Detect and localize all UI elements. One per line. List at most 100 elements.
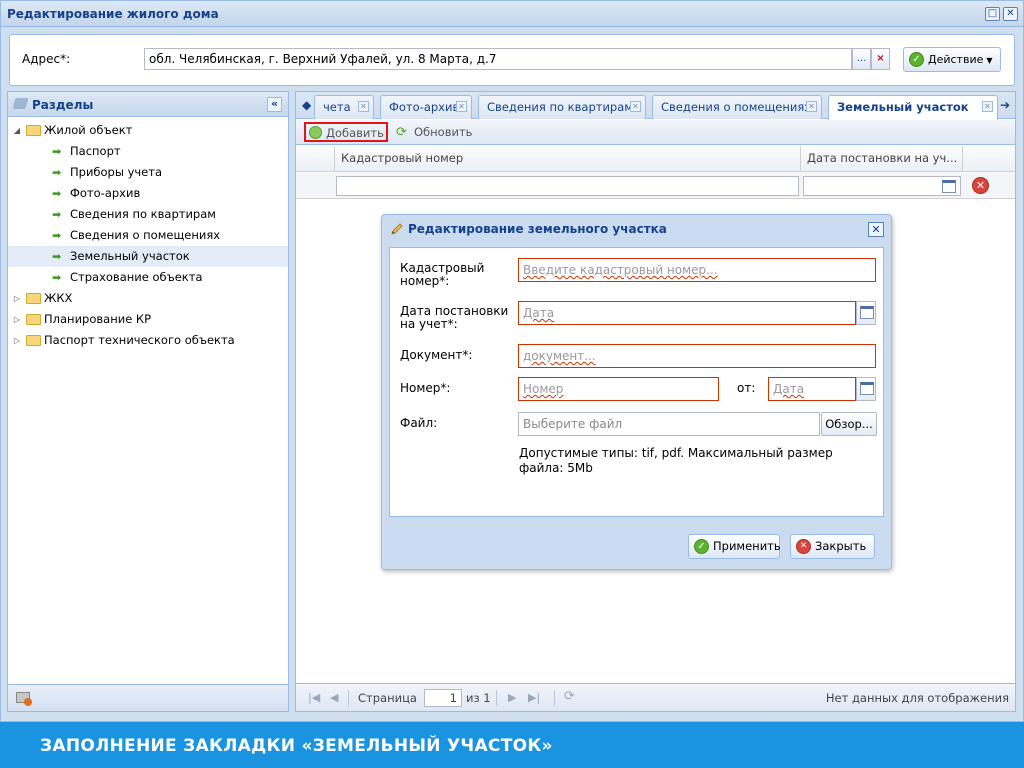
sidebar-item[interactable]: ◢ Жилой объект <box>8 120 288 141</box>
from-date-input[interactable]: Дата <box>768 377 856 401</box>
registration-date-picker[interactable] <box>856 301 876 325</box>
sections-title: Разделы <box>32 98 94 112</box>
chevron-down-icon: ▼ <box>986 56 993 65</box>
tab-scroll-right-icon[interactable]: ➔ <box>1000 98 1010 112</box>
add-icon <box>309 126 322 139</box>
page-label: Страница <box>358 691 417 705</box>
arrow-right-icon: ➡ <box>52 250 62 263</box>
address-more-button[interactable]: ... <box>852 48 871 70</box>
caption-text: ЗАПОЛНЕНИЕ ЗАКЛАДКИ «ЗЕМЕЛЬНЫЙ УЧАСТОК» <box>40 736 553 756</box>
grid-toolbar: Добавить ⟳ Обновить <box>296 120 1015 145</box>
sidebar-item-label: Жилой объект <box>44 123 133 137</box>
expand-arrow-icon[interactable]: ▷ <box>12 309 22 330</box>
sidebar-item[interactable]: ▷ Планирование КР <box>8 309 288 330</box>
sidebar-item-label: Паспорт технического объекта <box>44 333 235 347</box>
dialog-close-button[interactable]: ✕ <box>868 222 884 237</box>
land-plot-dialog: Редактирование земельного участка ✕ Када… <box>381 214 892 570</box>
sections-footer <box>8 684 288 711</box>
sidebar-item[interactable]: ➡ Сведения по квартирам <box>8 204 288 225</box>
sidebar-item[interactable]: ➡ Сведения о помещениях <box>8 225 288 246</box>
arrow-right-icon: ➡ <box>52 208 62 221</box>
document-input[interactable]: документ... <box>518 344 876 368</box>
arrow-right-icon: ➡ <box>52 187 62 200</box>
number-placeholder: Номер <box>523 382 564 396</box>
cadastral-number-input[interactable]: Введите кадастровый номер... <box>518 258 876 282</box>
document-label: Документ*: <box>400 348 473 362</box>
apply-button[interactable]: ✓ Применить <box>688 534 781 559</box>
date-filter-input[interactable] <box>803 176 961 196</box>
add-button[interactable]: Добавить <box>304 122 388 142</box>
column-cadastral-number[interactable]: Кадастровый номер <box>334 146 800 172</box>
dialog-title: Редактирование земельного участка <box>408 222 667 236</box>
next-page-icon[interactable]: ▶ <box>508 691 516 704</box>
sidebar-item-label: Приборы учета <box>70 165 163 179</box>
apply-button-label: Применить <box>713 539 781 553</box>
from-date-picker[interactable] <box>856 377 876 401</box>
close-button-label: Закрыть <box>815 539 867 553</box>
sidebar-item[interactable]: ➡ Фото-архив <box>8 183 288 204</box>
tab[interactable]: Сведения о помещениях ✕ <box>652 95 822 119</box>
close-button[interactable]: ✕ Закрыть <box>790 534 875 559</box>
add-button-label: Добавить <box>326 126 384 140</box>
tab[interactable]: чета ✕ <box>314 95 374 119</box>
tab[interactable]: Земельный участок ✕ <box>828 95 998 120</box>
tab[interactable]: Сведения по квартирам ✕ <box>478 95 646 119</box>
grid-header: Кадастровый номер Дата постановки на уч.… <box>296 146 1015 172</box>
collapse-arrow-icon[interactable]: ◢ <box>12 120 22 141</box>
grid-filter-row: ✕ <box>296 173 1015 199</box>
sidebar-item[interactable]: ➡ Земельный участок <box>8 246 288 267</box>
calendar-icon[interactable] <box>942 180 956 193</box>
tab-close-icon[interactable]: ✕ <box>806 101 817 112</box>
collapse-panel-button[interactable]: « <box>267 97 282 112</box>
tab-label: Сведения о помещениях <box>661 100 812 114</box>
tab-close-icon[interactable]: ✕ <box>358 101 369 112</box>
sidebar-item[interactable]: ▷ Паспорт технического объекта <box>8 330 288 351</box>
sidebar-item-label: Планирование КР <box>44 312 152 326</box>
window-close-button[interactable]: ✕ <box>1003 7 1018 21</box>
clear-filter-icon[interactable]: ✕ <box>972 177 989 194</box>
refresh-button-label: Обновить <box>414 125 473 139</box>
from-label: от: <box>737 381 756 395</box>
document-placeholder: документ... <box>523 349 596 363</box>
number-input[interactable]: Номер <box>518 377 719 401</box>
tab-scroll-left-icon[interactable]: ◆ <box>302 98 311 112</box>
tab-close-icon[interactable]: ✕ <box>982 101 993 112</box>
column-registration-date[interactable]: Дата постановки на уч... <box>800 146 962 172</box>
sections-header: Разделы « <box>8 92 288 117</box>
arrow-right-icon: ➡ <box>52 271 62 284</box>
folder-icon <box>26 125 41 136</box>
check-icon: ✓ <box>694 539 709 554</box>
sections-panel: Разделы « ◢ Жилой объект ➡ Паспорт ➡ Приборы … <box>7 91 289 712</box>
sidebar-item[interactable]: ➡ Паспорт <box>8 141 288 162</box>
registration-date-input[interactable]: Дата <box>518 301 856 325</box>
expand-arrow-icon[interactable]: ▷ <box>12 330 22 351</box>
sidebar-item[interactable]: ▷ ЖКХ <box>8 288 288 309</box>
close-icon: ✕ <box>796 539 811 554</box>
tab-close-icon[interactable]: ✕ <box>456 101 467 112</box>
file-input[interactable]: Выберите файл <box>518 412 820 436</box>
sections-tree: ◢ Жилой объект ➡ Паспорт ➡ Приборы учета ➡ Фото… <box>8 117 288 351</box>
sidebar-item[interactable]: ➡ Страхование объекта <box>8 267 288 288</box>
address-field[interactable]: обл. Челябинская, г. Верхний Уфалей, ул.… <box>144 48 852 70</box>
pager-separator <box>348 690 349 706</box>
sidebar-item[interactable]: ➡ Приборы учета <box>8 162 288 183</box>
refresh-button[interactable]: ⟳ Обновить <box>394 123 472 143</box>
prev-page-icon[interactable]: ◀ <box>330 691 338 704</box>
cadastral-filter-input[interactable] <box>336 176 799 196</box>
action-button[interactable]: ✓ Действие ▼ <box>903 47 1001 72</box>
expand-arrow-icon[interactable]: ▷ <box>12 288 22 309</box>
tab[interactable]: Фото-архив ✕ <box>380 95 472 119</box>
refresh-icon: ⟳ <box>396 125 407 140</box>
address-clear-button[interactable]: × <box>871 48 890 70</box>
column-actions <box>962 146 994 172</box>
refresh-icon[interactable]: ⟳ <box>564 689 575 704</box>
maximize-button[interactable]: □ <box>985 7 1000 21</box>
first-page-icon[interactable]: |◀ <box>308 691 320 704</box>
page-number-input[interactable]: 1 <box>424 689 462 707</box>
browse-button[interactable]: Обзор... <box>821 412 877 436</box>
tab-label: Фото-архив <box>389 100 460 114</box>
tab-label: Сведения по квартирам <box>487 100 633 114</box>
tab-close-icon[interactable]: ✕ <box>630 101 641 112</box>
from-date-placeholder: Дата <box>773 382 805 396</box>
last-page-icon[interactable]: ▶| <box>528 691 540 704</box>
